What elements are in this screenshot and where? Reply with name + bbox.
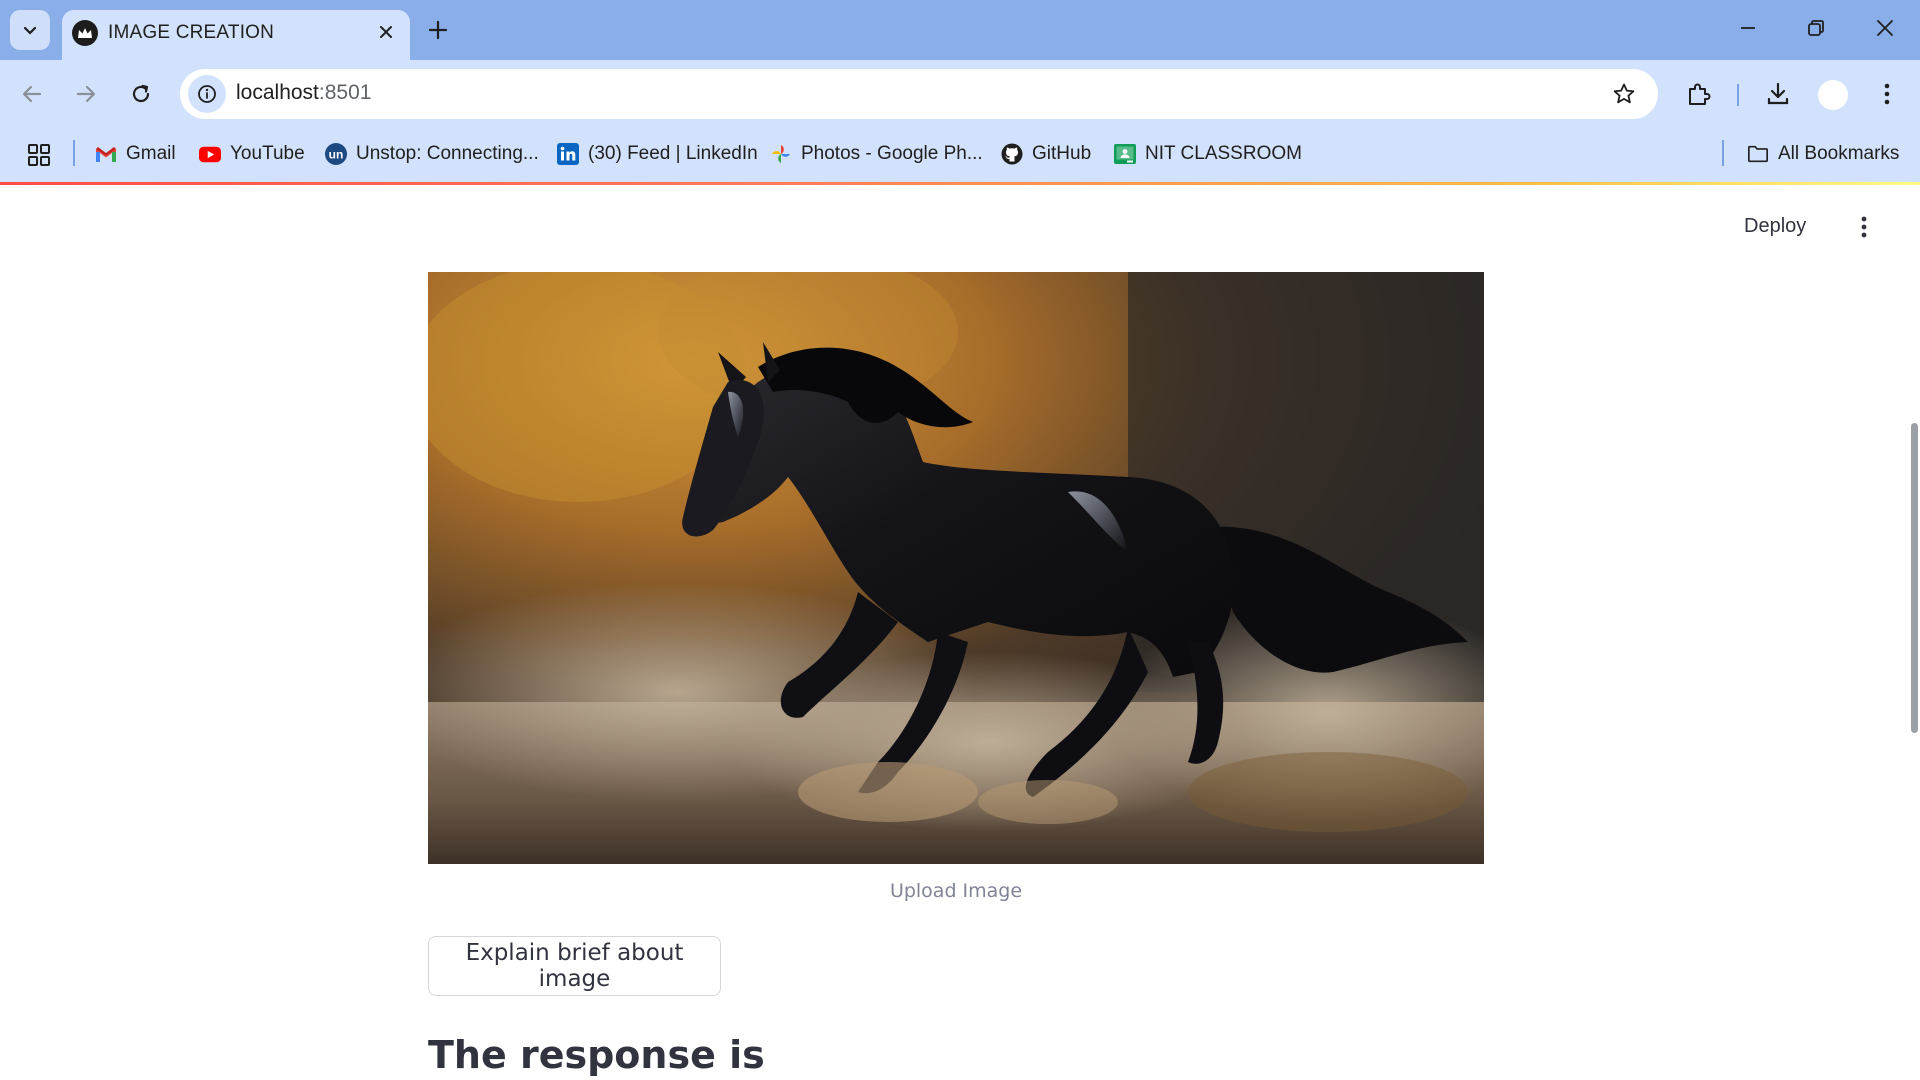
gmail-icon — [95, 143, 117, 165]
bookmark-label: Photos - Google Ph... — [801, 143, 983, 164]
uploaded-image — [428, 272, 1484, 864]
bookmark-youtube[interactable]: YouTube — [199, 138, 305, 170]
response-heading: The response is — [428, 1033, 765, 1077]
reload-icon — [132, 84, 150, 103]
bookmark-star-icon[interactable] — [1610, 80, 1638, 108]
plus-icon — [428, 20, 448, 40]
address-bar[interactable]: localhost:8501 — [180, 69, 1658, 119]
streamlit-favicon-icon — [72, 20, 98, 46]
bookmark-google-photos[interactable]: Photos - Google Ph... — [770, 138, 983, 170]
toolbar-divider — [1737, 84, 1739, 106]
browser-tabstrip: IMAGE CREATION — [0, 0, 1920, 60]
bookmark-linkedin[interactable]: (30) Feed | LinkedIn — [557, 138, 758, 170]
bookmark-github[interactable]: GitHub — [1001, 138, 1091, 170]
minimize-icon — [1741, 27, 1755, 29]
extensions-icon[interactable] — [1679, 74, 1719, 114]
browser-toolbar: localhost:8501 — [0, 60, 1920, 128]
restore-button[interactable] — [1788, 6, 1844, 50]
restore-icon — [1808, 20, 1824, 36]
app-menu-icon[interactable] — [1846, 209, 1882, 245]
unstop-icon: un — [325, 143, 347, 165]
svg-text:un: un — [329, 148, 344, 162]
new-tab-button[interactable] — [420, 12, 456, 48]
reload-button[interactable] — [121, 74, 161, 114]
all-bookmarks[interactable]: All Bookmarks — [1747, 138, 1899, 170]
tab-title: IMAGE CREATION — [108, 22, 275, 43]
apps-grid-icon[interactable] — [24, 140, 54, 170]
minimize-button[interactable] — [1720, 6, 1776, 50]
google-photos-icon — [770, 143, 792, 165]
linkedin-icon — [557, 143, 579, 165]
url-text[interactable]: localhost:8501 — [236, 81, 371, 105]
bookmark-unstop[interactable]: un Unstop: Connecting... — [325, 138, 539, 170]
bookmark-gmail[interactable]: Gmail — [95, 138, 176, 170]
browser-tab-active[interactable]: IMAGE CREATION — [62, 10, 410, 60]
deploy-button[interactable]: Deploy — [1744, 215, 1806, 238]
github-icon — [1001, 143, 1023, 165]
image-caption: Upload Image — [889, 880, 1023, 902]
bookmark-label: NIT CLASSROOM — [1145, 143, 1302, 164]
explain-image-button[interactable]: Explain brief about image — [428, 936, 721, 996]
bookmark-label: Gmail — [126, 143, 176, 164]
browser-menu-icon[interactable] — [1867, 74, 1907, 114]
bookmark-nit-classroom[interactable]: NIT CLASSROOM — [1114, 138, 1302, 170]
profile-avatar[interactable] — [1818, 80, 1848, 110]
youtube-icon — [199, 143, 221, 165]
tab-search-button[interactable] — [10, 10, 50, 50]
bookmark-label: (30) Feed | LinkedIn — [588, 143, 758, 164]
url-port: :8501 — [318, 81, 372, 104]
back-button[interactable] — [12, 74, 52, 114]
all-bookmarks-label: All Bookmarks — [1778, 143, 1900, 164]
bookmarks-divider — [73, 140, 75, 166]
url-host: localhost — [236, 81, 319, 104]
tab-close-icon[interactable] — [372, 18, 400, 46]
bookmark-label: GitHub — [1032, 143, 1092, 164]
app-main: Deploy Upload Image Explain brief about … — [0, 185, 1920, 1080]
bookmark-label: YouTube — [230, 143, 305, 164]
site-info-icon[interactable] — [188, 75, 226, 113]
arrow-left-icon — [22, 85, 42, 103]
classroom-icon — [1114, 143, 1136, 165]
bookmark-label: Unstop: Connecting... — [356, 143, 539, 164]
arrow-right-icon — [76, 85, 96, 103]
folder-icon — [1747, 143, 1769, 165]
bookmarks-divider — [1722, 140, 1724, 166]
forward-button[interactable] — [66, 74, 106, 114]
close-window-button[interactable] — [1857, 6, 1913, 50]
downloads-icon[interactable] — [1758, 74, 1798, 114]
page-scrollbar[interactable] — [1911, 423, 1918, 733]
close-icon — [1877, 20, 1893, 36]
bookmarks-bar: Gmail YouTube un Unstop: Connecting... (… — [0, 128, 1920, 182]
chevron-down-icon — [23, 26, 37, 35]
